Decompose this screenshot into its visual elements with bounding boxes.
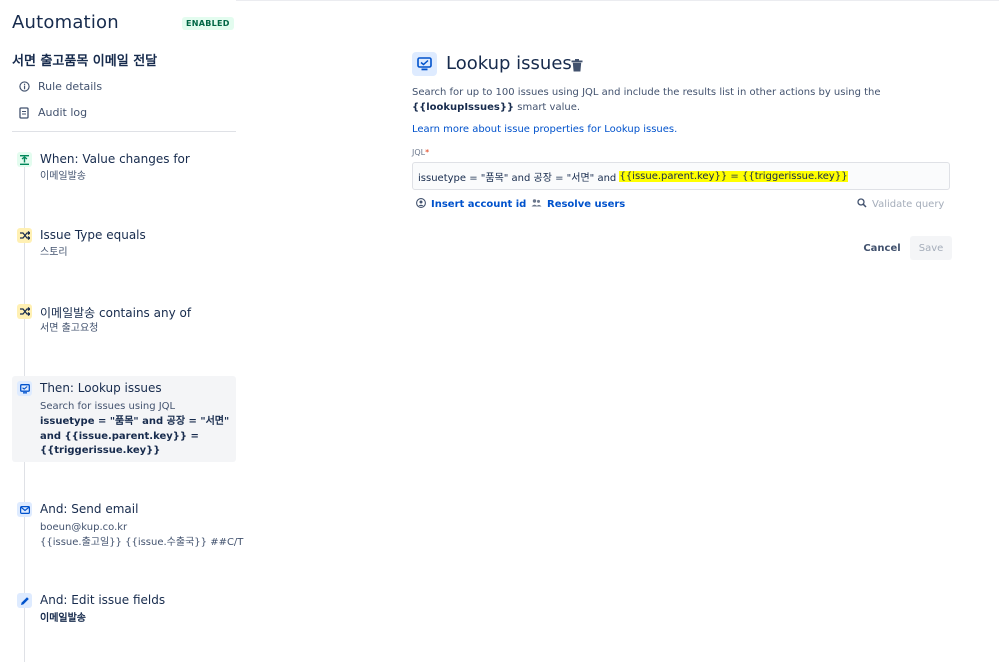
step-jql-line: {{triggerissue.key}} <box>40 445 161 456</box>
smart-value: {{lookupIssues}} <box>412 102 515 113</box>
resolve-users-label: Resolve users <box>547 199 626 210</box>
insert-account-label: Insert account id <box>431 199 527 210</box>
jql-input[interactable]: issuetype = "품목" and 공장 = "서면" and {{iss… <box>412 162 950 190</box>
step-title: Issue Type equals <box>40 228 146 242</box>
step-title: And: Send email <box>40 502 139 516</box>
step-detail: 서면 출고요청 <box>40 323 99 334</box>
insert-account-id-button[interactable]: Insert account id <box>416 198 526 211</box>
description-text: smart value. <box>514 102 581 113</box>
email-icon <box>17 502 32 517</box>
people-icon <box>531 198 542 211</box>
info-icon <box>18 81 30 93</box>
jql-label: JQL* <box>412 148 429 157</box>
trash-icon[interactable] <box>571 57 583 76</box>
step-detail: 이메일발송 <box>40 613 86 624</box>
save-button[interactable]: Save <box>910 236 952 260</box>
person-icon <box>416 198 426 211</box>
validate-query-button[interactable]: Validate query <box>857 198 944 211</box>
step-detail: 이메일발송 <box>40 171 86 182</box>
lookup-issues-icon <box>412 52 437 76</box>
status-badge[interactable]: ENABLED <box>182 17 234 30</box>
step-title: And: Edit issue fields <box>40 593 166 607</box>
learn-more-link[interactable]: Learn more about issue properties for Lo… <box>412 124 677 135</box>
audit-log-link[interactable]: Audit log <box>18 106 87 119</box>
jql-text: issuetype = "품목" and 공장 = "서면" and <box>418 172 620 184</box>
step-detail: {{issue.출고일}} {{issue.수출국}} ##C/T <box>40 537 244 548</box>
step-edit-issue-fields[interactable]: And: Edit issue fields 이메일발송 <box>12 593 236 633</box>
required-marker: * <box>425 148 430 157</box>
description-text: Search for up to 100 issues using JQL an… <box>412 87 881 98</box>
cancel-button[interactable]: Cancel <box>861 236 903 260</box>
sidebar: Automation ENABLED 서면 출고품목 이메일 전달 Rule d… <box>0 0 243 662</box>
rule-details-label: Rule details <box>38 80 103 93</box>
step-lookup-issues[interactable]: Then: Lookup issues Search for issues us… <box>12 381 236 461</box>
search-icon <box>857 198 867 211</box>
jql-label-text: JQL <box>412 148 426 157</box>
top-divider <box>236 0 999 1</box>
step-detail: Search for issues using JQL <box>40 401 176 412</box>
trigger-icon <box>17 152 32 167</box>
audit-log-label: Audit log <box>38 106 88 119</box>
condition-icon <box>17 304 32 319</box>
step-jql-line: issuetype = "품목" and 공장 = "서면" <box>40 416 230 427</box>
step-send-email[interactable]: And: Send email boeun@kup.co.kr {{issue.… <box>12 502 243 552</box>
pencil-icon <box>17 593 32 608</box>
action-description: Search for up to 100 issues using JQL an… <box>412 85 952 115</box>
validate-query-label: Validate query <box>872 199 945 210</box>
page-title: Lookup issues <box>446 53 572 74</box>
condition-icon <box>17 228 32 243</box>
sidebar-divider <box>12 131 236 132</box>
step-detail: 스토리 <box>40 247 68 258</box>
step-jql-line: and {{issue.parent.key}} = <box>40 430 199 442</box>
jql-highlighted-text: {{issue.parent.key}} = {{triggerissue.ke… <box>619 170 848 182</box>
document-icon <box>18 106 30 119</box>
step-trigger[interactable]: When: Value changes for 이메일발송 <box>12 152 236 192</box>
lookup-icon <box>17 381 32 396</box>
step-detail: boeun@kup.co.kr <box>40 522 128 533</box>
rule-details-link[interactable]: Rule details <box>18 80 102 93</box>
step-title: When: Value changes for <box>40 152 190 166</box>
app-title: Automation <box>12 12 119 33</box>
step-title: 이메일발송 contains any of <box>40 306 192 320</box>
step-title: Then: Lookup issues <box>40 381 162 395</box>
step-condition-email[interactable]: 이메일발송 contains any of 서면 출고요청 <box>12 304 236 344</box>
resolve-users-button[interactable]: Resolve users <box>531 198 625 211</box>
rule-name: 서면 출고품목 이메일 전달 <box>12 54 158 69</box>
step-condition-issue-type[interactable]: Issue Type equals 스토리 <box>12 228 236 268</box>
